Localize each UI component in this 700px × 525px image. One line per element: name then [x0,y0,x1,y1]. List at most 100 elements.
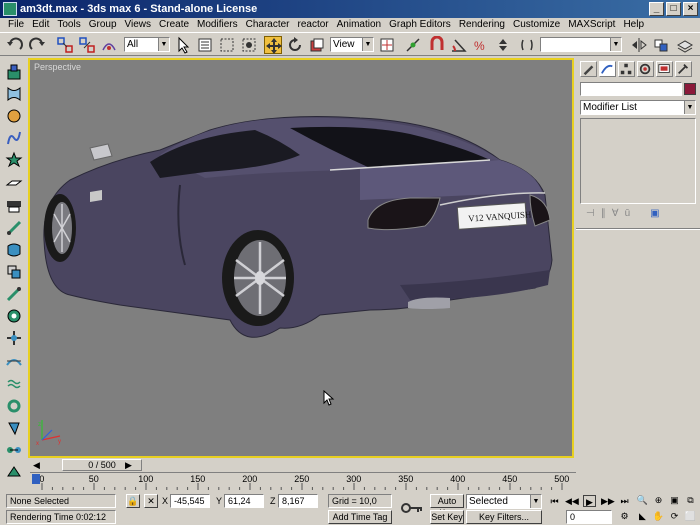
zoom-all-icon[interactable]: ⊕ [652,494,665,506]
next-key-icon[interactable]: ▶▶ [601,495,615,507]
rigid-body-collection-icon[interactable] [5,63,23,81]
constraint-solver-icon[interactable] [5,375,23,393]
motor-icon[interactable] [5,263,23,281]
hinge-icon[interactable] [5,419,23,437]
hierarchy-tab-icon[interactable] [618,61,635,77]
spinner-snap-icon[interactable] [494,36,512,54]
play-icon[interactable]: ▶ [583,495,596,507]
maximize-viewport-icon[interactable]: ⬜ [684,510,697,522]
pin-stack-icon[interactable]: ⊣ [586,208,595,224]
menu-help[interactable]: Help [619,18,648,32]
modify-tab-icon[interactable] [599,61,616,77]
undo-icon[interactable] [6,36,24,54]
arc-rotate-icon[interactable]: ⟳ [668,510,681,522]
redo-icon[interactable] [28,36,46,54]
named-selection-icon[interactable] [518,36,536,54]
pivot-center-icon[interactable] [378,36,396,54]
previous-key-icon[interactable]: ◀◀ [565,495,579,507]
menu-rendering[interactable]: Rendering [455,18,509,32]
plane-icon[interactable] [5,173,23,191]
remove-modifier-icon[interactable]: ū [625,208,631,224]
water-icon[interactable] [5,351,23,369]
rectangular-selection-icon[interactable] [218,36,236,54]
absolute-mode-icon[interactable]: ✕ [144,494,158,508]
minimize-button[interactable]: _ [649,2,664,16]
select-object-icon[interactable] [174,36,192,54]
car-model[interactable]: V12 VANQUISH [30,60,572,456]
rag-doll-icon[interactable] [5,397,23,415]
fracture-icon[interactable] [5,329,23,347]
display-tab-icon[interactable] [656,61,673,77]
zoom-icon[interactable]: 🔍 [636,494,649,506]
time-slider-track[interactable]: ◀ 0 / 500 ▶ [28,458,576,472]
utilities-tab-icon[interactable] [675,61,692,77]
auto-key-button[interactable]: Auto Key [430,494,464,518]
named-selection-sets-dropdown[interactable]: ▼ [540,37,622,52]
y-coordinate-field[interactable]: 61,24 [224,494,264,508]
bind-space-warp-icon[interactable] [100,36,118,54]
rope-collection-icon[interactable] [5,129,23,147]
close-button[interactable]: × [683,2,698,16]
menu-character[interactable]: Character [242,18,294,32]
field-of-view-icon[interactable]: ◣ [636,510,649,522]
wind-icon[interactable] [5,285,23,303]
unlink-icon[interactable] [78,36,96,54]
snaps-toggle-icon[interactable] [428,35,446,54]
menu-views[interactable]: Views [121,18,156,32]
reference-coordinate-dropdown[interactable]: View ▼ [330,37,374,52]
x-coordinate-field[interactable]: -45,545 [170,494,210,508]
menu-edit[interactable]: Edit [28,18,53,32]
zoom-extents-icon[interactable]: ▣ [668,494,681,506]
menu-animation[interactable]: Animation [333,18,385,32]
prev-frame-icon[interactable]: ◀ [30,459,43,471]
menu-file[interactable]: File [4,18,28,32]
angle-snap-icon[interactable] [450,36,468,54]
modifier-list-dropdown[interactable]: Modifier List ▼ [580,100,696,115]
deforming-mesh-icon[interactable] [5,151,23,169]
show-end-result-icon[interactable]: ∥ [601,208,606,224]
menu-reactor[interactable]: reactor [294,18,333,32]
lock-selection-icon[interactable]: 🔒 [126,494,140,508]
create-tab-icon[interactable] [580,61,597,77]
pan-icon[interactable]: ✋ [652,510,665,522]
spring-icon[interactable] [5,197,23,215]
add-time-tag-button[interactable]: Add Time Tag [328,510,392,524]
select-and-rotate-icon[interactable] [286,36,304,54]
perspective-viewport[interactable]: Perspective V12 VANQUISH z y x [28,58,574,458]
menu-maxscript[interactable]: MAXScript [564,18,619,32]
time-configuration-icon[interactable]: ⚙ [618,510,631,522]
menu-create[interactable]: Create [155,18,193,32]
next-frame-icon[interactable]: ▶ [122,459,135,471]
current-frame-field[interactable]: 0 [566,510,612,524]
track-bar[interactable]: 0 50 100 150 200 250 300 350 400 450 500 [30,472,576,491]
select-and-move-icon[interactable] [264,36,282,54]
mirror-icon[interactable] [630,36,648,54]
go-to-start-icon[interactable]: ⏮ [548,495,561,507]
window-crossing-icon[interactable] [240,36,258,54]
selection-filter-dropdown[interactable]: All ▼ [124,37,170,52]
menu-customize[interactable]: Customize [509,18,564,32]
layer-manager-icon[interactable] [676,36,694,54]
make-unique-icon[interactable]: ∀ [612,208,619,224]
menu-modifiers[interactable]: Modifiers [193,18,242,32]
percent-snap-icon[interactable]: % [472,36,490,54]
object-name-field[interactable] [580,82,682,96]
select-and-link-icon[interactable] [56,36,74,54]
maximize-button[interactable]: □ [666,2,681,16]
menu-group[interactable]: Group [85,18,121,32]
menu-tools[interactable]: Tools [53,18,84,32]
select-and-manipulate-icon[interactable] [404,36,422,54]
current-frame-marker[interactable] [32,474,40,484]
configure-modifier-sets-icon[interactable]: ▣ [650,208,659,224]
key-icon[interactable] [400,498,424,518]
go-to-end-icon[interactable]: ⏭ [618,495,631,507]
object-color-swatch[interactable] [684,83,696,95]
angular-dashpot-icon[interactable] [5,241,23,259]
select-and-scale-icon[interactable] [308,36,326,54]
align-icon[interactable] [652,36,670,54]
set-key-button[interactable]: Set Key [430,510,464,524]
menu-graph-editors[interactable]: Graph Editors [385,18,455,32]
cloth-collection-icon[interactable] [5,85,23,103]
key-mode-dropdown[interactable]: Selected ▼ [466,494,542,509]
toy-car-icon[interactable] [5,307,23,325]
